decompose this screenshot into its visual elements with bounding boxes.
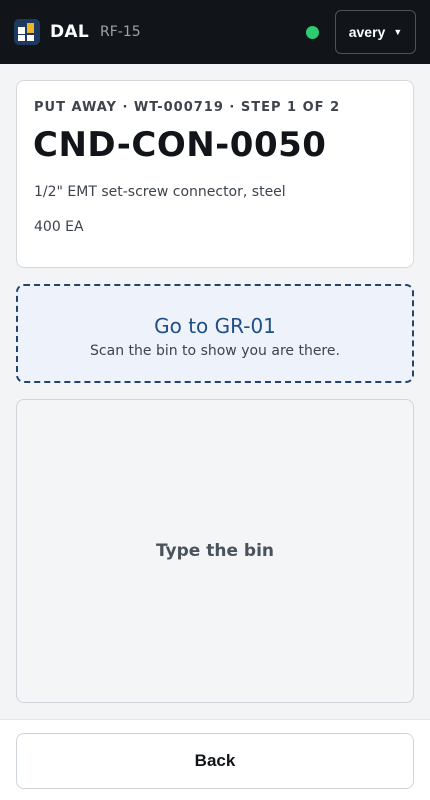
bin-entry-panel[interactable]: Type the bin bbox=[16, 399, 414, 703]
app-logo-icon bbox=[14, 19, 40, 45]
connection-status-icon bbox=[306, 26, 319, 39]
chevron-down-icon: ▼ bbox=[393, 27, 403, 37]
footer-bar: Back bbox=[0, 719, 430, 800]
user-menu-button[interactable]: avery ▼ bbox=[335, 10, 416, 54]
bin-entry-label: Type the bin bbox=[155, 541, 275, 561]
task-card: PUT AWAY · WT-000719 · STEP 1 OF 2 CND-C… bbox=[16, 80, 414, 268]
task-step-label: PUT AWAY · WT-000719 · STEP 1 OF 2 bbox=[34, 100, 341, 115]
goto-location-title: Go to GR-01 bbox=[154, 314, 276, 338]
item-sku: CND-CON-0050 bbox=[33, 125, 327, 165]
goto-location-prompt: Go to GR-01 Scan the bin to show you are… bbox=[16, 284, 414, 383]
brand-name: DAL bbox=[50, 22, 90, 42]
user-name: avery bbox=[348, 24, 386, 40]
back-button[interactable]: Back bbox=[16, 733, 414, 789]
item-description: 1/2" EMT set-screw connector, steel bbox=[34, 184, 286, 200]
goto-location-instruction: Scan the bin to show you are there. bbox=[90, 343, 340, 359]
top-bar: DAL RF-15 avery ▼ bbox=[0, 0, 430, 64]
item-quantity: 400 EA bbox=[34, 219, 84, 235]
device-id: RF-15 bbox=[100, 24, 141, 40]
